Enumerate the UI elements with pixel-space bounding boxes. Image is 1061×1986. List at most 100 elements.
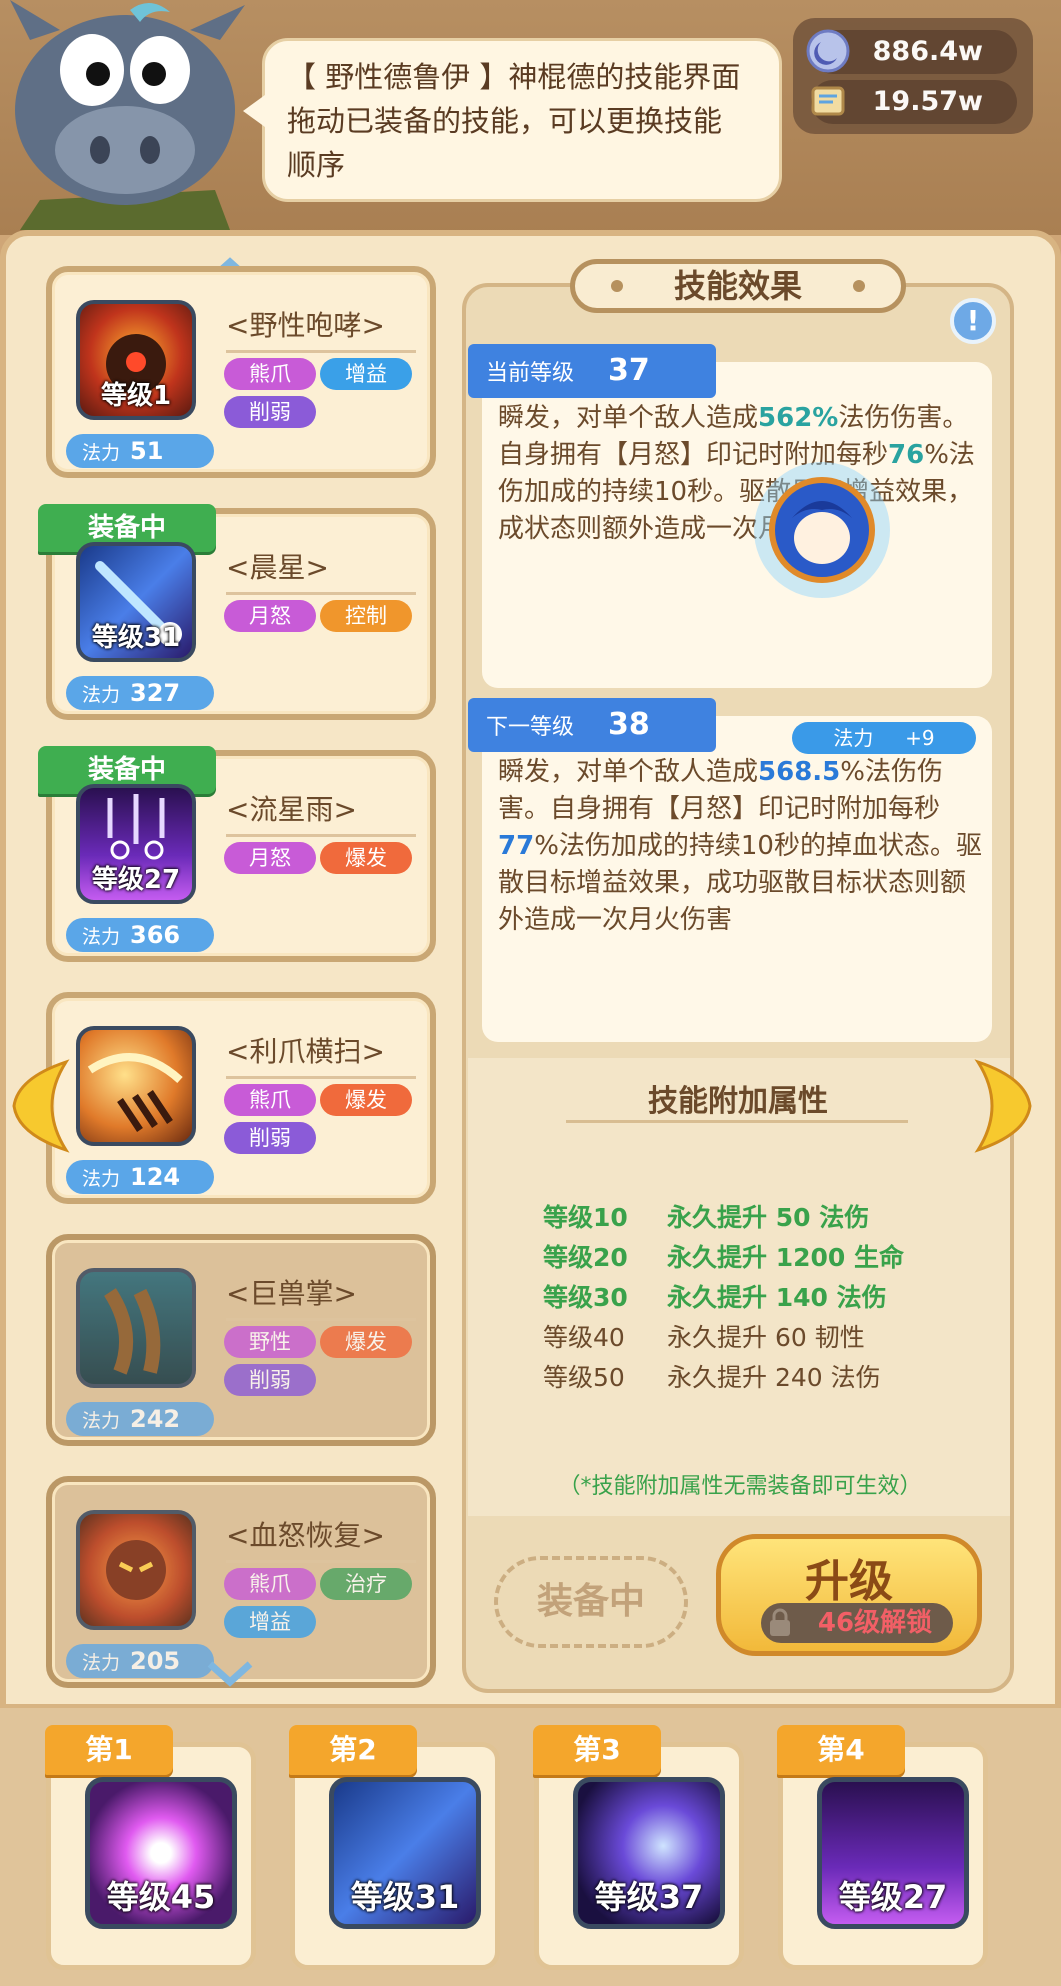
skill-icon-blood-rage (76, 1510, 196, 1630)
skill-icon-wild-roar: 等级1 (76, 300, 196, 420)
currency-moon-coin: 886.4w (806, 29, 1017, 74)
power-label: 法力 (82, 442, 121, 464)
attribute-row: 等级50 永久提升 240 法伤 (543, 1358, 881, 1398)
skill-tags: 野性 爆发削弱 (224, 1326, 424, 1402)
desc-highlight: 77 (498, 831, 535, 861)
skill-card-beast-paw[interactable]: 法力 242 <巨兽掌> 野性 爆发削弱 (46, 1234, 436, 1446)
skill-tag: 治疗 (320, 1568, 412, 1600)
skill-card-meteor-shower[interactable]: 装备中 等级27 法力 366 <流星雨> 月怒 爆发 (38, 746, 436, 962)
character-portrait (752, 460, 892, 600)
skill-level: 等级1 (100, 381, 172, 411)
skill-name: <巨兽掌> (226, 1272, 416, 1321)
power-value: 242 (130, 1405, 181, 1433)
attr-effect: 永久提升 50 法伤 (667, 1203, 870, 1232)
power-bonus-pill: 法力 +9 (792, 722, 976, 754)
scroll-down-icon[interactable] (206, 1660, 254, 1690)
attr-effect: 永久提升 60 韧性 (667, 1323, 865, 1352)
slot-skill-icon: 等级37 (573, 1777, 725, 1929)
upgrade-label: 升级 (805, 1556, 893, 1607)
title-dot (853, 280, 865, 292)
currency-panel: 886.4w 19.57w (793, 18, 1033, 134)
skill-name: <流星雨> (226, 788, 416, 837)
skill-tags: 熊爪 治疗增益 (224, 1568, 424, 1644)
skill-power: 法力 205 (66, 1644, 214, 1678)
currency-value: 886.4w (872, 36, 983, 67)
slot-level: 等级31 (350, 1878, 460, 1916)
power-label: 法力 (82, 684, 121, 706)
equip-slot-1[interactable]: 第1 等级45 (45, 1725, 256, 1970)
bonus-value: +9 (905, 726, 935, 750)
attribute-row: 等级10 永久提升 50 法伤 (543, 1198, 869, 1238)
desc-highlight: 76 (888, 440, 925, 470)
skill-card-morning-star[interactable]: 装备中 等级31 法力 327 <晨星> 月怒 控制 (38, 504, 436, 720)
attr-level: 等级30 (543, 1283, 628, 1312)
skill-tag: 熊爪 (224, 358, 316, 390)
attribute-note: （*技能附加属性无需装备即可生效） (558, 1474, 922, 1499)
skill-icon-meteor-shower: 等级27 (76, 784, 196, 904)
equipped-button[interactable]: 装备中 (494, 1556, 688, 1648)
skill-tag: 月怒 (224, 600, 316, 632)
skill-name: <晨星> (226, 546, 416, 595)
skill-card-wild-roar[interactable]: 等级1 法力 51 <野性咆哮> 熊爪 增益削弱 (46, 266, 436, 478)
bonus-label: 法力 (833, 726, 874, 750)
slot-level: 等级45 (106, 1878, 216, 1916)
equip-slot-2[interactable]: 第2 等级31 (289, 1725, 500, 1970)
skill-tag: 月怒 (224, 842, 316, 874)
attr-level: 等级50 (543, 1363, 625, 1392)
speech-line: 顺序 (287, 148, 346, 182)
skill-card-blood-rage[interactable]: 法力 205 <血怒恢复> 熊爪 治疗增益 (46, 1476, 436, 1688)
skill-power: 法力 366 (66, 918, 214, 952)
skill-name: <利爪横扫> (226, 1030, 416, 1079)
next-arrow-icon[interactable] (974, 1058, 1036, 1154)
skill-list[interactable]: 等级1 法力 51 <野性咆哮> 熊爪 增益削弱 装备中 等级31 法力 327 <晨… (38, 262, 436, 1692)
upgrade-button[interactable]: 升级 46级解锁 (716, 1534, 982, 1656)
skill-tag: 野性 (224, 1326, 316, 1358)
currency-value: 19.57w (872, 86, 983, 117)
ribbon-label: 下一等级 (486, 715, 575, 740)
skill-tag: 增益 (224, 1606, 316, 1638)
skill-tag: 熊爪 (224, 1568, 316, 1600)
power-value: 51 (130, 437, 164, 465)
title-dot (611, 280, 623, 292)
slot-skill-icon: 等级45 (85, 1777, 237, 1929)
currency-scroll: 19.57w (811, 80, 1017, 124)
skill-power: 法力 124 (66, 1160, 214, 1194)
skill-tag: 爆发 (320, 1084, 412, 1116)
skill-tags: 月怒 控制 (224, 600, 424, 638)
slot-skill-icon: 等级31 (329, 1777, 481, 1929)
power-label: 法力 (82, 926, 121, 948)
skill-tag: 削弱 (224, 1364, 316, 1396)
power-value: 366 (130, 921, 181, 949)
scroll-icon (811, 86, 845, 116)
skill-tag: 熊爪 (224, 1084, 316, 1116)
skill-icon-claw-sweep (76, 1026, 196, 1146)
prev-arrow-icon[interactable] (8, 1058, 70, 1154)
slot-label: 第4 (777, 1725, 905, 1775)
equip-slot-4[interactable]: 第4 等级27 (777, 1725, 988, 1970)
attribute-row: 等级20 永久提升 1200 生命 (543, 1238, 904, 1278)
unlock-requirement: 46级解锁 (761, 1603, 953, 1643)
skill-tag: 控制 (320, 600, 412, 632)
skill-tag: 增益 (320, 358, 412, 390)
ribbon-level: 37 (608, 353, 650, 388)
current-level-ribbon: 当前等级 37 (468, 344, 716, 398)
power-value: 124 (130, 1163, 181, 1191)
equip-slot-3[interactable]: 第3 等级37 (533, 1725, 744, 1970)
desc-text: 瞬发，对单个敌人造成 (498, 403, 759, 433)
attribute-row: 等级30 永久提升 140 法伤 (543, 1278, 887, 1318)
slot-label: 第2 (289, 1725, 417, 1775)
skill-card-claw-sweep[interactable]: 法力 124 <利爪横扫> 熊爪 爆发削弱 (46, 992, 436, 1204)
slot-label: 第3 (533, 1725, 661, 1775)
skill-power: 法力 327 (66, 676, 214, 710)
info-button[interactable]: ! (950, 298, 996, 344)
current-level-desc: 瞬发，对单个敌人造成562%法伤伤害。自身拥有【月怒】印记时附加每秒76%法伤加… (498, 403, 975, 544)
lock-icon (770, 1608, 790, 1636)
skill-power: 法力 242 (66, 1402, 214, 1436)
attr-level: 等级40 (543, 1323, 625, 1352)
desc-highlight: 562% (758, 403, 839, 433)
attr-level: 等级20 (543, 1243, 628, 1272)
skill-tag: 削弱 (224, 1122, 316, 1154)
slot-level: 等级37 (594, 1878, 704, 1916)
skill-tag: 削弱 (224, 396, 316, 428)
attribute-title: 技能附加属性 (648, 1084, 828, 1119)
